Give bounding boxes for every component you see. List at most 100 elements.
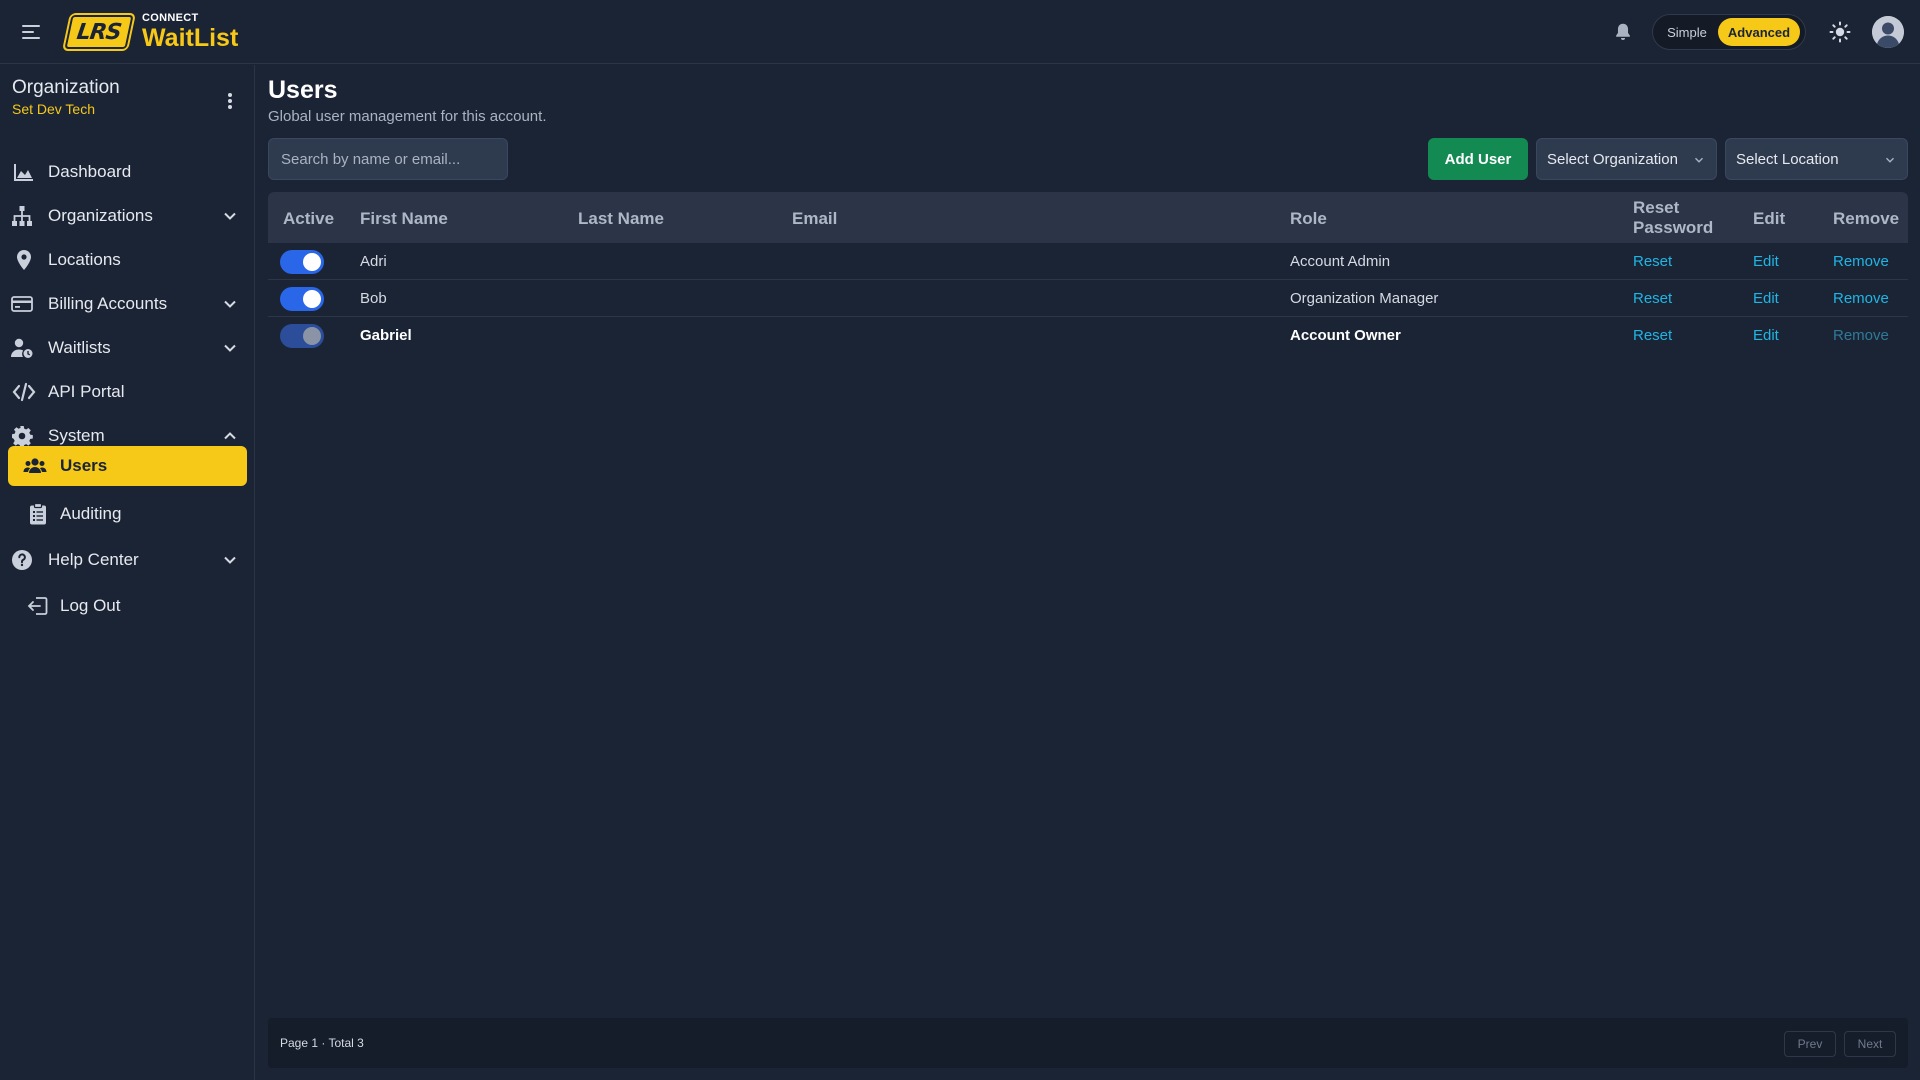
edit-user-link[interactable]: Edit (1753, 290, 1779, 307)
gear-icon (12, 426, 33, 448)
chevron-down-icon (224, 300, 236, 308)
mode-simple-option[interactable]: Simple (1656, 18, 1718, 46)
sidebar-item-api-portal[interactable]: API Portal (8, 372, 247, 412)
sidebar-item-billing-accounts[interactable]: Billing Accounts (8, 284, 247, 324)
active-toggle[interactable] (280, 250, 324, 274)
pagination-footer: Page 1 · Total 3 Prev Next (268, 1018, 1908, 1068)
table-row: Adri Account Admin Reset Edit Remove (268, 243, 1908, 280)
page-title: Users (268, 76, 338, 104)
sidebar-item-waitlists[interactable]: Waitlists (8, 328, 247, 368)
sitemap-icon (12, 206, 32, 226)
cell-role: Account Admin (1290, 253, 1391, 270)
header-reset-password-line1: Reset (1633, 198, 1680, 217)
remove-user-link[interactable]: Remove (1833, 253, 1889, 270)
credit-card-icon (11, 296, 33, 312)
table-row: Gabriel Account Owner Reset Edit Remove (268, 317, 1908, 354)
lrs-logo-badge: LRS (64, 15, 134, 49)
remove-user-link-disabled: Remove (1833, 327, 1889, 344)
select-location-dropdown[interactable]: Select Location (1725, 138, 1908, 180)
header-active[interactable]: Active (283, 209, 334, 229)
sidebar: Organization Set Dev Tech Dashboard Orga… (0, 65, 255, 1080)
header-reset-password-line2: Password (1633, 218, 1714, 237)
sidebar-item-label: Users (60, 456, 108, 475)
cell-role: Account Owner (1290, 327, 1401, 344)
user-avatar[interactable] (1872, 16, 1904, 48)
edit-user-link[interactable]: Edit (1753, 253, 1779, 270)
sidebar-item-organizations[interactable]: Organizations (8, 196, 247, 236)
prev-page-button[interactable]: Prev (1784, 1031, 1836, 1057)
brand-text: CONNECT WaitList (142, 13, 238, 51)
users-table: Active First Name Last Name Email Role R… (268, 192, 1908, 354)
cell-first-name: Bob (360, 290, 387, 307)
page-info: Page 1 · Total 3 (280, 1036, 364, 1050)
header-first-name[interactable]: First Name (360, 209, 448, 229)
mode-advanced-option[interactable]: Advanced (1718, 18, 1800, 46)
sidebar-item-label: API Portal (48, 382, 125, 401)
active-toggle-disabled[interactable] (280, 324, 324, 348)
select-location-label: Select Location (1736, 150, 1839, 168)
sidebar-item-label: Dashboard (48, 162, 132, 181)
reset-password-link[interactable]: Reset (1633, 290, 1672, 307)
next-page-button[interactable]: Next (1844, 1031, 1896, 1057)
question-circle-icon (12, 550, 32, 570)
sidebar-item-label: Auditing (60, 504, 122, 523)
code-icon (12, 382, 36, 402)
sidebar-item-label: System (48, 426, 105, 445)
org-name: Set Dev Tech (12, 101, 96, 117)
header-remove: Remove (1833, 209, 1900, 228)
search-input[interactable] (268, 138, 508, 180)
active-toggle[interactable] (280, 287, 324, 311)
organization-block: Organization Set Dev Tech (12, 77, 242, 117)
edit-user-link[interactable]: Edit (1753, 327, 1779, 344)
chart-area-icon (14, 164, 33, 181)
sidebar-item-label: Log Out (60, 596, 121, 615)
sidebar-item-locations[interactable]: Locations (8, 240, 247, 280)
sidebar-item-label: Organizations (48, 206, 153, 225)
sidebar-item-label: Waitlists (48, 338, 111, 357)
table-row: Bob Organization Manager Reset Edit Remo… (268, 280, 1908, 317)
logo-text: LRS (75, 19, 123, 45)
sidebar-item-label: Help Center (48, 550, 139, 569)
reset-password-link[interactable]: Reset (1633, 327, 1672, 344)
sidebar-item-help-center[interactable]: Help Center (8, 540, 247, 580)
add-user-button[interactable]: Add User (1428, 138, 1528, 180)
brand-top: CONNECT (142, 12, 199, 24)
sidebar-item-label: Locations (48, 250, 121, 269)
user-clock-icon (11, 338, 33, 358)
view-mode-toggle: Simple Advanced (1652, 14, 1806, 50)
user-avatar-icon (1872, 16, 1904, 48)
logout-icon (27, 597, 48, 615)
sidebar-item-label: Billing Accounts (48, 294, 168, 313)
select-organization-label: Select Organization (1547, 150, 1678, 168)
sidebar-item-log-out[interactable]: Log Out (8, 586, 247, 626)
brand-logo[interactable]: LRS CONNECT WaitList (64, 12, 238, 52)
header-edit: Edit (1753, 209, 1786, 228)
reset-password-link[interactable]: Reset (1633, 253, 1672, 270)
cell-first-name: Adri (360, 253, 387, 270)
menu-toggle-icon[interactable] (20, 20, 44, 44)
sidebar-item-users[interactable]: Users (8, 446, 247, 486)
page-subtitle: Global user management for this account. (268, 108, 547, 125)
chevron-down-icon (1886, 157, 1894, 163)
bell-icon[interactable] (1612, 20, 1634, 44)
header-last-name[interactable]: Last Name (578, 209, 664, 229)
sidebar-item-dashboard[interactable]: Dashboard (8, 152, 247, 192)
header-role[interactable]: Role (1290, 209, 1327, 229)
chevron-down-icon (1695, 157, 1703, 163)
top-bar: LRS CONNECT WaitList Simple Advanced (0, 0, 1920, 64)
sidebar-item-auditing[interactable]: Auditing (8, 494, 247, 534)
sun-icon[interactable] (1828, 20, 1852, 44)
select-organization-dropdown[interactable]: Select Organization (1536, 138, 1717, 180)
cell-first-name: Gabriel (360, 327, 412, 344)
users-icon (23, 458, 47, 473)
table-header: Active First Name Last Name Email Role R… (268, 192, 1908, 243)
header-email[interactable]: Email (792, 209, 837, 229)
chevron-down-icon (224, 556, 236, 564)
brand-main: WaitList (142, 24, 239, 52)
map-pin-icon (17, 250, 31, 270)
org-title: Organization (12, 77, 120, 98)
org-menu-kebab-icon[interactable] (220, 91, 240, 111)
chevron-up-icon (224, 432, 236, 440)
remove-user-link[interactable]: Remove (1833, 290, 1889, 307)
clipboard-list-icon (30, 502, 46, 525)
